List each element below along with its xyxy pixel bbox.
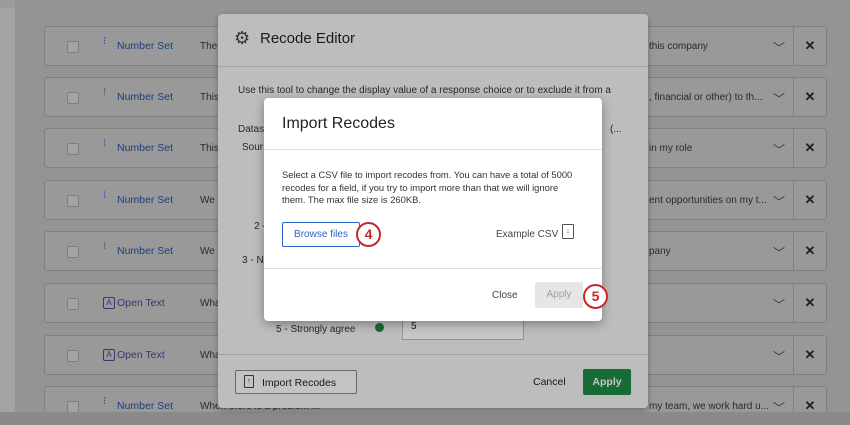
step-marker-apply: 5 [583,284,608,309]
step-marker-browse: 4 [356,222,381,247]
dialog-title: Import Recodes [282,115,395,132]
dialog-close-button[interactable]: Close [492,290,518,301]
dialog-divider-top [264,149,602,150]
example-csv-link[interactable]: Example CSV [496,229,558,240]
browse-files-button[interactable]: Browse files [282,222,360,247]
dialog-apply-button-disabled[interactable]: Apply [535,282,583,308]
csv-file-icon[interactable]: ↓ [562,224,574,239]
dialog-description: Select a CSV file to import recodes from… [282,169,573,205]
dialog-divider-bottom [264,268,602,269]
import-recodes-dialog: Import Recodes Select a CSV file to impo… [264,98,602,321]
